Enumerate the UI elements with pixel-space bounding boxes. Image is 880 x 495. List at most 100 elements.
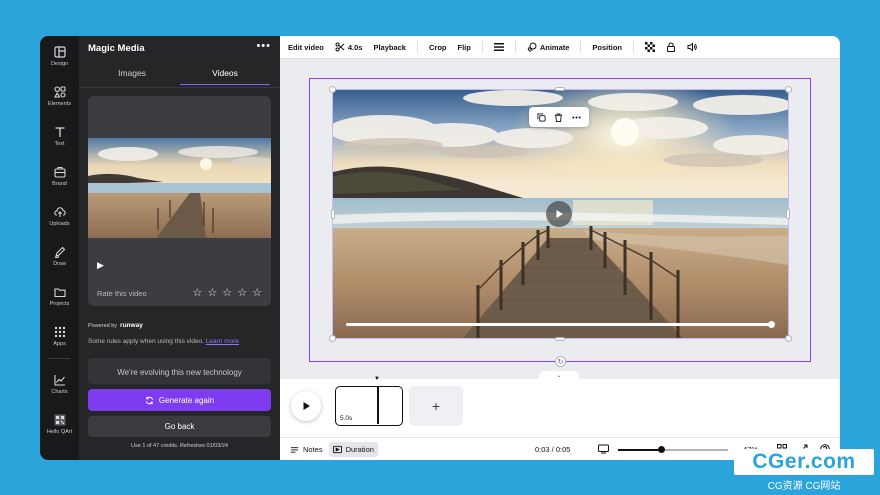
rail-item-apps[interactable]: Apps [40, 318, 79, 354]
rotate-handle[interactable]: ↻ [555, 356, 566, 367]
toolbar-divider [580, 41, 582, 53]
rail-item-projects[interactable]: Projects [40, 278, 79, 314]
toolbar-divider [633, 41, 635, 53]
watermark: CGer.com CG资源 CG网站 [734, 449, 874, 492]
animate-button[interactable]: Animate [527, 42, 570, 52]
top-toolbar: Edit video 4.0s Playback Crop Flip Anima… [280, 36, 840, 59]
duration-button[interactable]: Duration [328, 441, 378, 457]
playhead-icon[interactable]: ▼ [374, 376, 380, 382]
brand-icon [53, 166, 66, 178]
runway-logo: runway [120, 322, 143, 329]
resize-handle[interactable] [555, 337, 565, 341]
rail-label: Projects [49, 300, 70, 307]
zoom-slider-knob[interactable] [658, 446, 665, 453]
resize-handle[interactable] [555, 87, 565, 91]
volume-icon [687, 42, 697, 52]
duplicate-button[interactable] [537, 112, 546, 122]
powered-label: Powered by [88, 322, 118, 329]
resize-handle[interactable] [786, 209, 790, 219]
tab-videos[interactable]: Videos [180, 68, 270, 85]
notes-icon [290, 446, 299, 453]
border-style-button[interactable] [493, 42, 504, 52]
toolbar-divider [514, 41, 516, 53]
grid-icon [54, 326, 66, 338]
more-options-button[interactable]: ••• [256, 40, 271, 52]
transparency-button[interactable] [645, 42, 656, 52]
resize-handle[interactable] [329, 335, 336, 342]
flip-button[interactable]: Flip [457, 43, 470, 52]
rail-item-draw[interactable]: Draw [40, 238, 79, 274]
rail-item-elements[interactable]: Elements [40, 78, 79, 114]
rail-item-brand[interactable]: Brand [40, 158, 79, 194]
learn-more-link[interactable]: Learn more [206, 338, 239, 345]
notes-label: Notes [303, 444, 323, 454]
duration-label: 4.0s [347, 42, 363, 52]
lock-button[interactable] [666, 42, 676, 52]
timeline: ▼ 5.0s + [280, 376, 840, 437]
trim-duration-button[interactable]: 4.0s [335, 42, 363, 52]
playhead-line [377, 387, 379, 424]
rail-item-design[interactable]: Design [40, 38, 79, 74]
resize-handle[interactable] [331, 209, 335, 219]
play-icon[interactable]: ▶ [97, 260, 104, 271]
rail-label: Charts [51, 388, 68, 395]
play-icon [556, 210, 563, 218]
video-play-button[interactable] [546, 201, 572, 227]
timeline-clip[interactable]: 5.0s [335, 386, 403, 426]
cloud-upload-icon [53, 206, 66, 218]
rating-stars: ☆ ☆ ☆ ☆ ☆ [192, 286, 263, 299]
rail-item-charts[interactable]: Charts [40, 366, 79, 402]
playback-button[interactable]: Playback [373, 43, 406, 52]
video-thumbnail[interactable] [88, 138, 271, 238]
qr-icon [54, 414, 66, 426]
go-back-button[interactable]: Go back [88, 416, 271, 437]
position-button[interactable]: Position [592, 43, 622, 52]
rail-label: Hello QArt [46, 428, 73, 435]
watermark-subtitle: CG资源 CG网站 [767, 481, 841, 492]
left-rail: Design Elements Text Brand Uploads Draw … [40, 36, 79, 460]
resize-handle[interactable] [785, 335, 792, 342]
rail-divider [48, 358, 70, 359]
ellipsis-icon [572, 116, 581, 118]
rail-item-hello-qart[interactable]: Hello QArt [40, 406, 79, 442]
app-window: Design Elements Text Brand Uploads Draw … [40, 36, 840, 460]
rail-item-text[interactable]: Text [40, 118, 79, 154]
resize-handle[interactable] [785, 86, 792, 93]
tab-divider [79, 87, 280, 88]
refresh-icon [145, 396, 154, 404]
star-2-icon[interactable]: ☆ [207, 287, 218, 299]
star-5-icon[interactable]: ☆ [252, 287, 263, 299]
generate-again-button[interactable]: Generate again [88, 389, 271, 411]
edit-video-button[interactable]: Edit video [288, 43, 324, 52]
video-progress-bar[interactable] [346, 321, 775, 328]
crop-button[interactable]: Crop [429, 43, 447, 52]
rail-label: Text [54, 140, 65, 147]
star-4-icon[interactable]: ☆ [237, 287, 248, 299]
pen-icon [54, 246, 66, 258]
layout-icon [53, 45, 66, 58]
playback-time: 0:03 / 0:05 [535, 445, 571, 454]
rules-notice: Some rules apply when using this video. … [88, 338, 239, 345]
play-icon [303, 402, 310, 410]
resize-handle[interactable] [329, 86, 336, 93]
rules-text: Some rules apply when using this video. [88, 338, 204, 345]
timeline-play-button[interactable] [291, 391, 321, 421]
volume-button[interactable] [687, 42, 697, 52]
page-view-button[interactable] [598, 444, 609, 456]
add-page-button[interactable]: + [409, 386, 463, 426]
more-actions-button[interactable] [572, 113, 581, 122]
star-3-icon[interactable]: ☆ [222, 287, 233, 299]
generate-again-label: Generate again [158, 395, 215, 405]
progress-knob[interactable] [768, 321, 775, 328]
animate-label: Animate [539, 42, 570, 52]
zoom-slider[interactable] [618, 446, 728, 453]
border-style-icon [493, 43, 504, 51]
notes-button[interactable]: Notes [286, 442, 327, 457]
delete-button[interactable] [554, 112, 563, 122]
generated-video-card[interactable]: ▶ Rate this video ☆ ☆ ☆ ☆ ☆ [88, 96, 271, 306]
rail-item-uploads[interactable]: Uploads [40, 198, 79, 234]
star-1-icon[interactable]: ☆ [192, 287, 203, 299]
lock-icon [667, 42, 676, 52]
tab-images[interactable]: Images [87, 68, 177, 84]
duplicate-icon [537, 112, 546, 122]
